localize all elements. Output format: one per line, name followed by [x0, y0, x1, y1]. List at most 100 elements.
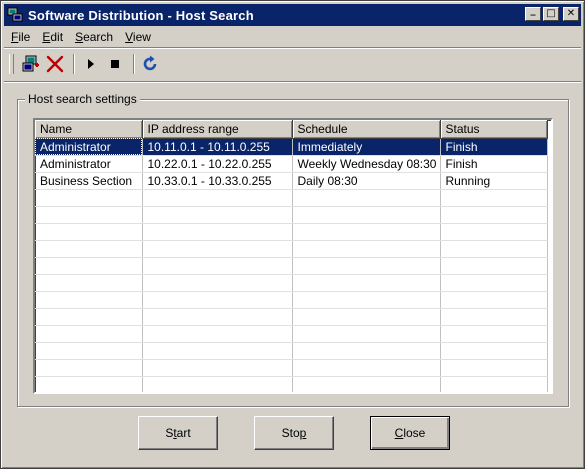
- close-window-button[interactable]: ✕: [563, 7, 579, 21]
- column-header-schedule[interactable]: Schedule: [292, 120, 441, 139]
- empty-cell: [142, 291, 293, 309]
- empty-cell: [292, 325, 441, 343]
- title-bar[interactable]: Software Distribution - Host Search _ □ …: [4, 4, 581, 26]
- empty-cell: [142, 206, 293, 224]
- empty-cell: [440, 206, 548, 224]
- empty-cell: [440, 291, 548, 309]
- empty-cell: [440, 376, 548, 392]
- empty-cell: [35, 308, 143, 326]
- minimize-icon: _: [530, 5, 536, 16]
- close-icon: ✕: [566, 8, 576, 19]
- toolbar-grip[interactable]: [9, 54, 14, 74]
- empty-cell: [292, 376, 441, 392]
- empty-cell: [35, 240, 143, 258]
- table-cell-schedule: Immediately: [292, 138, 441, 156]
- table-cell-status: Running: [440, 172, 548, 190]
- minimize-button[interactable]: _: [525, 5, 541, 21]
- close-button[interactable]: Close: [370, 416, 450, 450]
- maximize-icon: □: [546, 8, 556, 19]
- empty-cell: [440, 274, 548, 292]
- column-header-status[interactable]: Status: [440, 120, 548, 139]
- stop-button[interactable]: Sto p: [254, 416, 334, 450]
- stop-tool-button[interactable]: [104, 53, 126, 75]
- stop-icon: [111, 60, 119, 68]
- empty-row: [35, 342, 548, 360]
- table-row[interactable]: Administrator 10.22.0.1 - 10.22.0.255 Week…: [35, 155, 548, 173]
- start-button[interactable]: St art: [138, 416, 218, 450]
- empty-cell: [440, 359, 548, 377]
- table-header-row: Name IP address range Schedule Status: [35, 120, 548, 139]
- group-label: Host search settings: [25, 92, 140, 106]
- table-cell-schedule: Daily 08:30: [292, 172, 441, 190]
- empty-row: [35, 291, 548, 309]
- empty-row: [35, 376, 548, 392]
- empty-cell: [142, 189, 293, 207]
- refresh-button[interactable]: [140, 53, 162, 75]
- empty-cell: [142, 240, 293, 258]
- app-window: Software Distribution - Host Search _ □ …: [0, 0, 585, 469]
- menu-bar: File Edit Search View: [5, 28, 157, 46]
- empty-cell: [440, 325, 548, 343]
- toolbar-separator-line: [4, 81, 581, 83]
- column-header-ip-range[interactable]: IP address range: [142, 120, 293, 139]
- empty-cell: [292, 308, 441, 326]
- empty-cell: [142, 376, 293, 392]
- table-row[interactable]: Business Section 10.33.0.1 - 10.33.0.255 D…: [35, 172, 548, 190]
- empty-cell: [292, 189, 441, 207]
- app-icon: [7, 7, 23, 22]
- empty-row: [35, 359, 548, 377]
- empty-cell: [35, 189, 143, 207]
- empty-cell: [142, 223, 293, 241]
- empty-cell: [35, 325, 143, 343]
- empty-cell: [440, 240, 548, 258]
- toolbar: [9, 51, 164, 77]
- empty-cell: [35, 223, 143, 241]
- empty-cell: [142, 325, 293, 343]
- menu-view[interactable]: View: [119, 30, 157, 44]
- menu-file[interactable]: File: [5, 30, 36, 44]
- empty-row: [35, 223, 548, 241]
- empty-cell: [35, 342, 143, 360]
- host-search-list[interactable]: Name IP address range Schedule Status Ad…: [33, 118, 553, 394]
- empty-cell: [440, 223, 548, 241]
- menu-edit[interactable]: Edit: [36, 30, 69, 44]
- empty-cell: [292, 342, 441, 360]
- empty-cell: [35, 359, 143, 377]
- empty-cell: [142, 359, 293, 377]
- table-cell-name: Business Section: [35, 172, 143, 190]
- empty-cell: [440, 308, 548, 326]
- empty-row: [35, 308, 548, 326]
- empty-cell: [142, 308, 293, 326]
- delete-button[interactable]: [44, 53, 66, 75]
- empty-row: [35, 240, 548, 258]
- empty-cell: [292, 223, 441, 241]
- empty-cell: [292, 257, 441, 275]
- table-cell-ip: 10.11.0.1 - 10.11.0.255: [142, 138, 293, 156]
- refresh-icon: [143, 55, 157, 71]
- table-cell-status: Finish: [440, 155, 548, 173]
- table-row[interactable]: Administrator 10.11.0.1 - 10.11.0.255 Imme…: [35, 138, 548, 156]
- table-cell-status: Finish: [440, 138, 548, 156]
- new-search-icon: [22, 55, 39, 72]
- column-header-name[interactable]: Name: [35, 120, 143, 139]
- empty-cell: [292, 291, 441, 309]
- run-button[interactable]: [80, 53, 102, 75]
- empty-row: [35, 206, 548, 224]
- maximize-button[interactable]: □: [543, 7, 559, 21]
- new-search-button[interactable]: [20, 53, 42, 75]
- empty-cell: [142, 342, 293, 360]
- table-cell-name: Administrator: [35, 155, 143, 173]
- empty-cell: [142, 274, 293, 292]
- empty-row: [35, 274, 548, 292]
- toolbar-separator: [73, 54, 75, 74]
- delete-icon: [46, 55, 64, 73]
- window-title: Software Distribution - Host Search: [28, 7, 254, 23]
- empty-cell: [292, 240, 441, 258]
- table-cell-ip: 10.22.0.1 - 10.22.0.255: [142, 155, 293, 173]
- menu-search[interactable]: Search: [69, 30, 119, 44]
- empty-row: [35, 189, 548, 207]
- toolbar-separator: [133, 54, 135, 74]
- empty-cell: [35, 206, 143, 224]
- empty-cell: [35, 257, 143, 275]
- empty-cell: [292, 206, 441, 224]
